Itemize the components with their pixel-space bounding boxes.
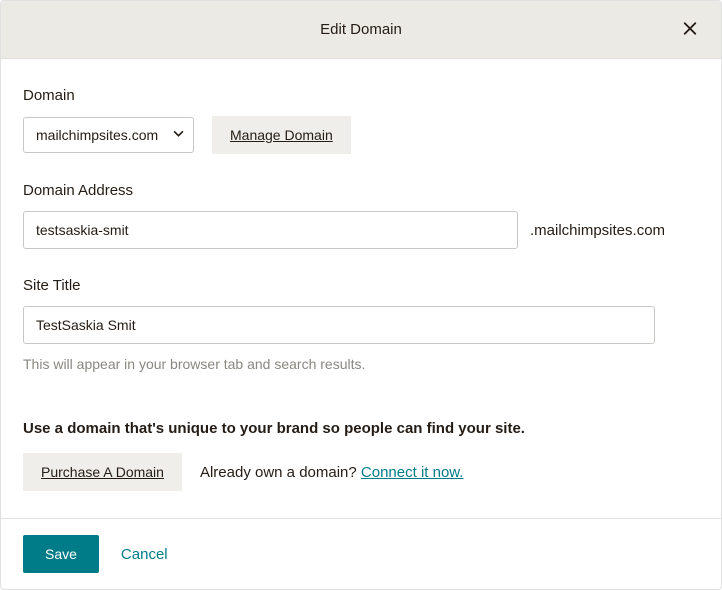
- promo-row: Purchase A Domain Already own a domain? …: [23, 453, 699, 491]
- site-title-help-text: This will appear in your browser tab and…: [23, 356, 699, 372]
- domain-suffix: .mailchimpsites.com: [530, 222, 665, 239]
- site-title-section: Site Title: [23, 277, 699, 344]
- domain-row: mailchimpsites.com Manage Domain: [23, 116, 699, 154]
- purchase-domain-button[interactable]: Purchase A Domain: [23, 453, 182, 491]
- edit-domain-modal: Edit Domain Domain mailchimpsites.com: [0, 0, 722, 590]
- modal-header: Edit Domain: [1, 1, 721, 59]
- site-title-label: Site Title: [23, 277, 699, 294]
- site-title-input[interactable]: [23, 306, 655, 344]
- close-icon: [681, 25, 699, 40]
- modal-body: Domain mailchimpsites.com Manage Domain …: [1, 59, 721, 518]
- connect-domain-link[interactable]: Connect it now.: [361, 464, 464, 481]
- close-button[interactable]: [677, 15, 703, 44]
- save-button[interactable]: Save: [23, 535, 99, 573]
- domain-select-wrapper: mailchimpsites.com: [23, 117, 194, 153]
- domain-label: Domain: [23, 87, 699, 104]
- cancel-button[interactable]: Cancel: [121, 546, 168, 563]
- domain-address-input[interactable]: [23, 211, 518, 249]
- modal-footer: Save Cancel: [1, 518, 721, 589]
- domain-address-label: Domain Address: [23, 182, 699, 199]
- domain-select[interactable]: mailchimpsites.com: [23, 117, 194, 153]
- modal-title: Edit Domain: [320, 21, 402, 38]
- domain-address-row: .mailchimpsites.com: [23, 211, 699, 249]
- promo-heading: Use a domain that's unique to your brand…: [23, 420, 699, 437]
- manage-domain-button[interactable]: Manage Domain: [212, 116, 351, 154]
- already-own-text: Already own a domain?: [200, 464, 361, 481]
- promo-connect-text: Already own a domain? Connect it now.: [200, 464, 464, 481]
